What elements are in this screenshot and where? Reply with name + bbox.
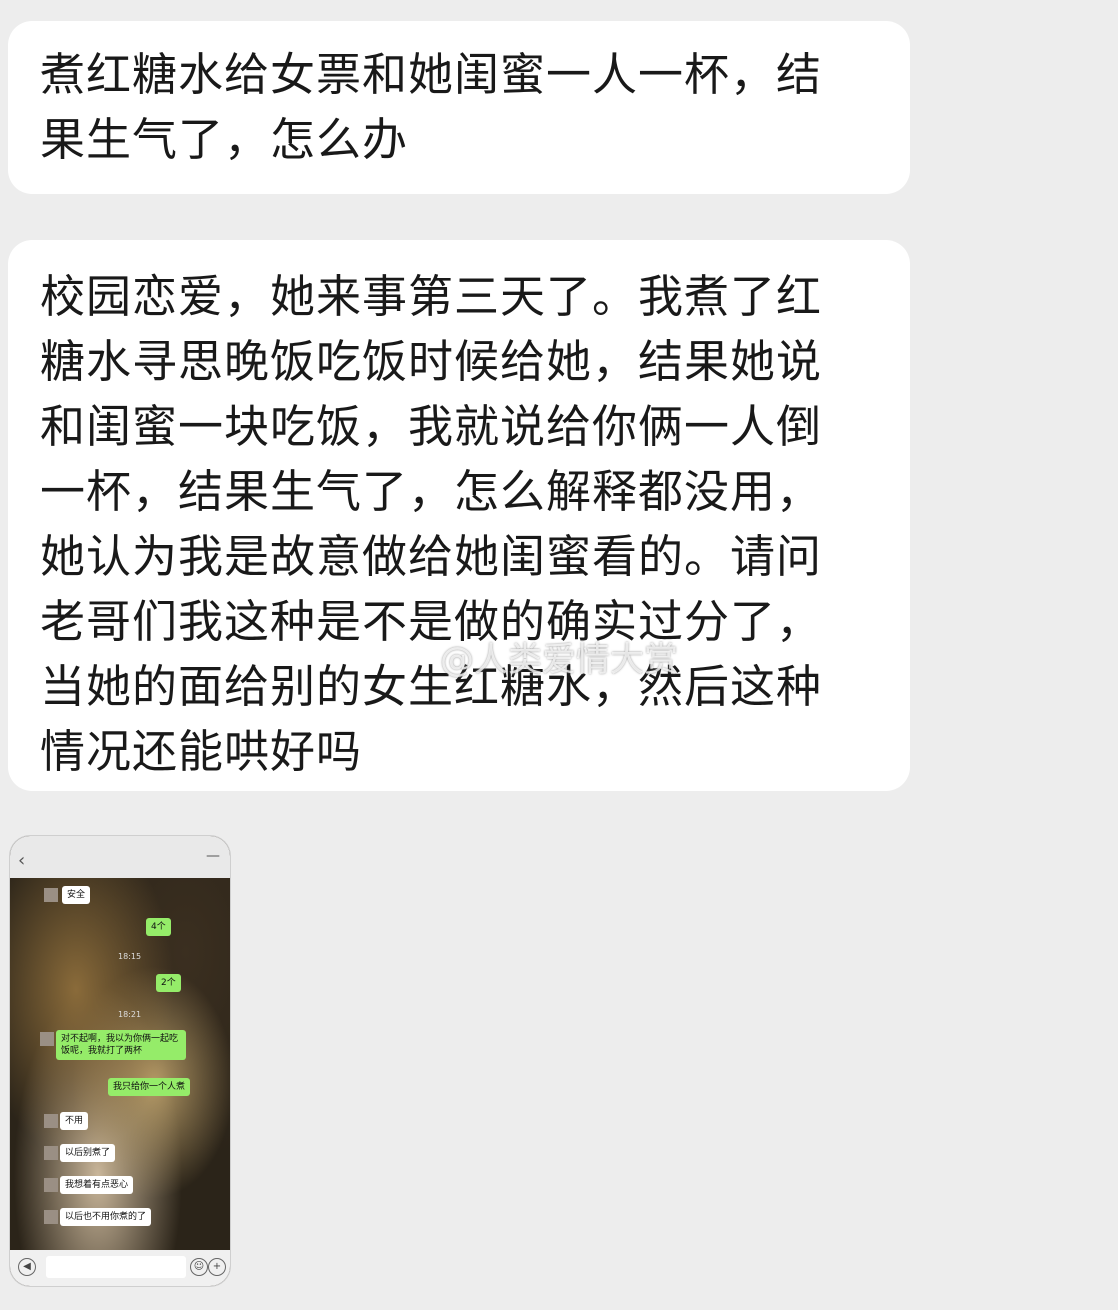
chat-screen: 煮红糖水给女票和她闺蜜一人一杯，结 果生气了，怎么办 校园恋爱，她来事第三天了。… xyxy=(0,0,1118,1310)
chat-message: 不用 xyxy=(60,1112,89,1130)
image-thumbnail[interactable]: ‹ — 安全 4个 18:15 2个 18:21 对不起啊，我以为你俩一起吃饭呢… xyxy=(10,836,230,1286)
avatar xyxy=(44,1178,58,1192)
avatar xyxy=(44,1210,58,1224)
voice-icon: ◀ xyxy=(18,1258,36,1276)
more-icon: — xyxy=(206,848,220,864)
avatar xyxy=(40,1032,54,1046)
chat-message: 以后也不用你煮的了 xyxy=(60,1208,152,1226)
message-text: 校园恋爱，她来事第三天了。我煮了红 糖水寻思晚饭吃饭时候给她，结果她说 和闺蜜一… xyxy=(40,264,822,784)
message-line: 她认为我是故意做给她闺蜜看的。请问 xyxy=(40,530,823,583)
thumbnail-background-photo xyxy=(10,878,230,1250)
chat-message: 2个 xyxy=(156,974,181,992)
avatar xyxy=(44,888,58,902)
message-line: 情况还能哄好吗 xyxy=(40,725,363,778)
message-line: 当她的面给别的女生红糖水，然后这种 xyxy=(40,660,823,713)
emoji-icon: ☺ xyxy=(190,1258,208,1276)
message-line: 老哥们我这种是不是做的确实过分了， xyxy=(40,595,823,648)
message-line: 校园恋爱，她来事第三天了。我煮了红 xyxy=(40,270,823,323)
back-icon: ‹ xyxy=(18,850,26,871)
message-line: 糖水寻思晚饭吃饭时候给她，结果她说 xyxy=(40,335,823,388)
chat-timestamp: 18:15 xyxy=(118,952,142,961)
thumbnail-input-bar: ◀ ☺ + xyxy=(10,1250,230,1286)
message-line: 果生气了，怎么办 xyxy=(40,113,409,166)
chat-message: 安全 xyxy=(62,886,91,904)
avatar xyxy=(44,1114,58,1128)
chat-message: 以后别煮了 xyxy=(60,1144,116,1162)
avatar xyxy=(44,1146,58,1160)
chat-message: 对不起啊，我以为你俩一起吃饭呢，我就打了两杯 xyxy=(56,1030,186,1060)
message-bubble[interactable]: 校园恋爱，她来事第三天了。我煮了红 糖水寻思晚饭吃饭时候给她，结果她说 和闺蜜一… xyxy=(8,240,910,791)
message-bubble[interactable]: 煮红糖水给女票和她闺蜜一人一杯，结 果生气了，怎么办 xyxy=(8,21,910,194)
thumbnail-status-bar: ‹ — xyxy=(10,836,230,878)
plus-icon: + xyxy=(208,1258,226,1276)
message-line: 和闺蜜一块吃饭，我就说给你俩一人倒 xyxy=(40,400,823,453)
thumbnail-input-field xyxy=(46,1256,186,1278)
chat-timestamp: 18:21 xyxy=(118,1010,142,1019)
message-line: 煮红糖水给女票和她闺蜜一人一杯，结 xyxy=(40,48,823,101)
chat-message: 我只给你一个人煮 xyxy=(108,1078,191,1096)
message-line: 一杯，结果生气了，怎么解释都没用， xyxy=(40,465,823,518)
chat-message: 我想着有点恶心 xyxy=(60,1176,134,1194)
chat-message: 4个 xyxy=(146,918,171,936)
